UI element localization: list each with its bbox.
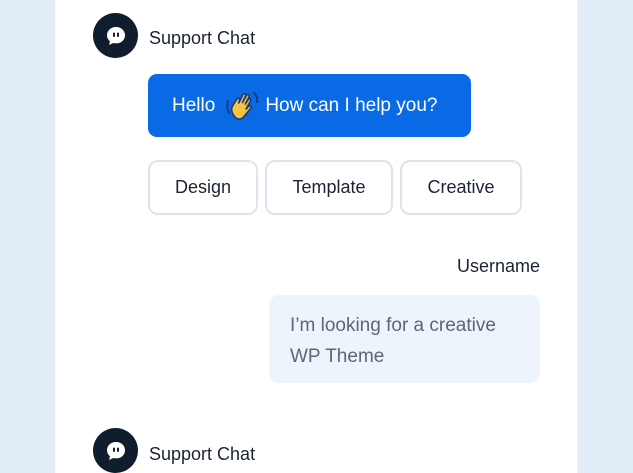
user-name: Username <box>456 256 540 276</box>
user-message-bubble: I’m looking for a creative WP Theme <box>269 295 540 383</box>
support-avatar <box>93 428 138 473</box>
support-avatar <box>93 13 138 58</box>
bot-message-bubble: Hello How can I help you? <box>148 74 471 137</box>
waving-hand-icon <box>223 87 261 125</box>
chat-bubble-icon <box>105 25 127 47</box>
help-question-text: How can I help you? <box>265 94 438 116</box>
greeting-text: Hello <box>172 94 216 116</box>
chat-bubble-icon <box>105 440 127 462</box>
quick-reply-design[interactable]: Design <box>148 160 258 215</box>
user-message-text: I’m looking for a creative WP Theme <box>290 315 496 367</box>
chat-panel <box>55 0 577 473</box>
quick-reply-creative[interactable]: Creative <box>400 160 522 215</box>
quick-reply-template[interactable]: Template <box>265 160 393 215</box>
sender-name: Support Chat <box>149 28 256 48</box>
sender-name: Support Chat <box>149 444 256 464</box>
